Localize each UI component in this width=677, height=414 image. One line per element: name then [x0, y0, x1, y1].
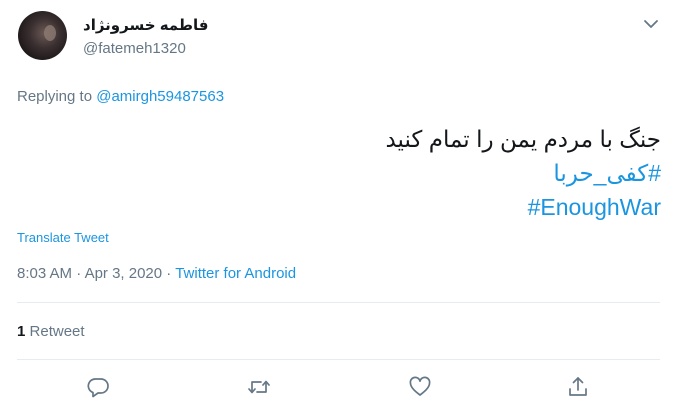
avatar[interactable] [18, 11, 67, 60]
tweet-source-link[interactable]: Twitter for Android [175, 265, 296, 282]
retweet-count: 1 [17, 323, 26, 340]
retweet-stats[interactable]: 1 Retweet [17, 323, 85, 340]
author-display-name[interactable]: فاطمه خسرونژاد [83, 16, 208, 34]
divider [17, 302, 660, 303]
meta-separator: · [166, 265, 172, 282]
translate-tweet-link[interactable]: Translate Tweet [17, 230, 109, 245]
divider [17, 359, 660, 360]
tweet-time[interactable]: 8:03 AM [17, 265, 72, 282]
tweet-date[interactable]: Apr 3, 2020 [85, 265, 163, 282]
reply-icon[interactable] [86, 375, 110, 399]
replying-to: Replying to @amirgh59487563 [17, 88, 224, 105]
replying-to-link[interactable]: @amirgh59487563 [96, 88, 224, 105]
replying-prefix: Replying to [17, 88, 93, 105]
chevron-down-icon[interactable] [642, 15, 660, 33]
author-handle[interactable]: @fatemeh1320 [83, 40, 186, 57]
hashtag-link[interactable]: #کفی_حربا [385, 156, 661, 190]
tweet-text: جنگ با مردم یمن را تمام کنید #کفی_حربا #… [385, 122, 661, 224]
tweet-meta: 8:03 AM · Apr 3, 2020 · Twitter for Andr… [17, 265, 296, 282]
hashtag-link[interactable]: #EnoughWar [385, 190, 661, 224]
retweet-label: Retweet [29, 323, 85, 340]
retweet-icon[interactable] [247, 375, 271, 399]
share-icon[interactable] [566, 375, 590, 399]
like-icon[interactable] [408, 375, 432, 399]
meta-separator: · [76, 265, 82, 282]
tweet-text-line: جنگ با مردم یمن را تمام کنید [385, 126, 661, 152]
